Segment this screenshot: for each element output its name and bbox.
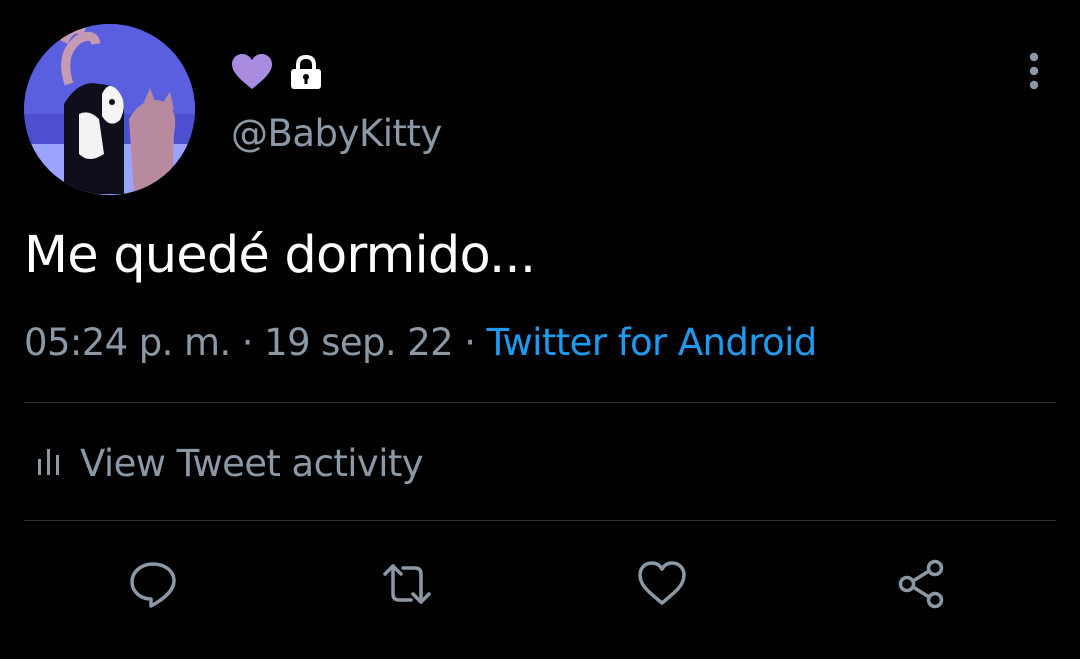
view-tweet-activity-button[interactable]: View Tweet activity bbox=[36, 438, 424, 488]
avatar[interactable] bbox=[24, 24, 195, 195]
bar-chart-icon bbox=[36, 445, 62, 481]
share-button[interactable] bbox=[895, 558, 947, 610]
share-icon bbox=[898, 559, 944, 609]
view-tweet-activity-label: View Tweet activity bbox=[80, 441, 424, 485]
like-icon bbox=[638, 561, 686, 605]
retweet-icon bbox=[383, 564, 431, 604]
tweet-date: 19 sep. 22 bbox=[264, 321, 454, 364]
reply-button[interactable] bbox=[127, 558, 179, 610]
tweet-meta: 05:24 p. m. · 19 sep. 22 · Twitter for A… bbox=[24, 321, 817, 364]
tweet-text: Me quedé dormido... bbox=[24, 226, 536, 285]
more-options-icon[interactable] bbox=[1022, 50, 1046, 92]
tweet-time: 05:24 p. m. bbox=[24, 321, 231, 364]
display-name-row[interactable] bbox=[231, 52, 323, 92]
tweet-source-link[interactable]: Twitter for Android bbox=[487, 321, 818, 364]
tweet-detail-page: @BabyKitty Me quedé dormido... 05:24 p. … bbox=[0, 0, 1080, 659]
avatar-cats-image bbox=[24, 24, 195, 195]
divider bbox=[24, 520, 1056, 521]
retweet-button[interactable] bbox=[381, 558, 433, 610]
purple-heart-icon bbox=[231, 53, 273, 91]
like-button[interactable] bbox=[636, 558, 688, 610]
user-handle[interactable]: @BabyKitty bbox=[231, 112, 442, 155]
meta-separator: · bbox=[241, 321, 254, 364]
divider bbox=[24, 402, 1056, 403]
reply-icon bbox=[130, 562, 176, 608]
lock-icon bbox=[289, 54, 323, 90]
meta-separator: · bbox=[464, 321, 476, 364]
